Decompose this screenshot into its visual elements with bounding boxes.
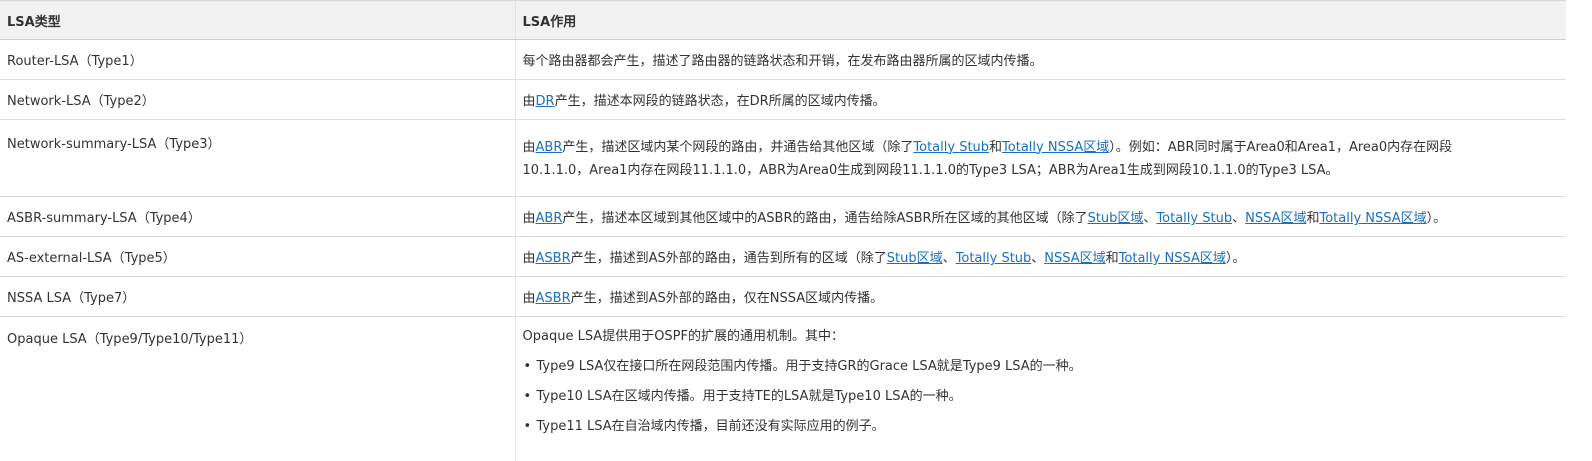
desc-text: 由	[523, 94, 536, 109]
lsa-desc-cell: 由ABR产生，描述本区域到其他区域中的ASBR的路由，通告给除ASBR所在区域的…	[515, 197, 1566, 237]
desc-text: 和	[989, 140, 1002, 155]
table-row: AS-external-LSA（Type5） 由ASBR产生，描述到AS外部的路…	[0, 237, 1566, 277]
desc-text: 和	[1306, 211, 1319, 226]
list-item: • Type9 LSA仅在接口所在网段范围内传播。用于支持GR的Grace LSA…	[523, 357, 1567, 377]
bullet-icon: •	[524, 357, 532, 377]
term-link[interactable]: ABR	[536, 140, 563, 155]
list-item-text: Type10 LSA在区域内传播。用于支持TE的LSA就是Type10 LSA的…	[537, 389, 962, 404]
header-lsa-role: LSA作用	[515, 1, 1566, 40]
desc-text: 、	[1232, 211, 1245, 226]
desc-text: 由	[523, 140, 536, 155]
list-item-text: Type11 LSA在自治域内传播，目前还没有实际应用的例子。	[537, 419, 885, 434]
lsa-type-cell: Network-summary-LSA（Type3）	[0, 120, 515, 197]
header-lsa-type: LSA类型	[0, 1, 515, 40]
desc-text: 10.1.1.0，Area1内存在网段11.1.1.0，ABR为Area0生成到…	[523, 163, 1339, 178]
term-link[interactable]: Totally Stub	[1156, 211, 1232, 226]
term-link[interactable]: DR	[536, 94, 555, 109]
term-link[interactable]: Totally Stub	[913, 140, 989, 155]
bullet-icon: •	[524, 417, 532, 437]
desc-text: 由	[523, 211, 536, 226]
term-link[interactable]: Totally NSSA区域	[1319, 211, 1426, 226]
term-link[interactable]: Totally Stub	[956, 251, 1032, 266]
lsa-type-cell: Opaque LSA（Type9/Type10/Type11）	[0, 317, 515, 461]
desc-line: 由ABR产生，描述本区域到其他区域中的ASBR的路由，通告给除ASBR所在区域的…	[523, 207, 1567, 226]
table-row: Network-LSA（Type2） 由DR产生，描述本网段的链路状态，在DR所…	[0, 80, 1566, 120]
lsa-type-cell: NSSA LSA（Type7）	[0, 277, 515, 317]
desc-text: 、	[1031, 251, 1044, 266]
desc-text: 、	[1143, 211, 1156, 226]
desc-text: 产生，描述本网段的链路状态，在DR所属的区域内传播。	[555, 94, 886, 109]
term-link[interactable]: ASBR	[536, 291, 571, 306]
desc-text: 由	[523, 251, 536, 266]
table-row: Router-LSA（Type1） 每个路由器都会产生，描述了路由器的链路状态和…	[0, 40, 1566, 80]
desc-line: 由ABR产生，描述区域内某个网段的路由，并通告给其他区域（除了Totally S…	[523, 136, 1567, 159]
lsa-desc-cell: 由ASBR产生，描述到AS外部的路由，仅在NSSA区域内传播。	[515, 277, 1566, 317]
desc-line: 由ASBR产生，描述到AS外部的路由，仅在NSSA区域内传播。	[523, 287, 1567, 306]
term-link[interactable]: ASBR	[536, 251, 571, 266]
term-link[interactable]: NSSA区域	[1245, 211, 1306, 226]
desc-text: 产生，描述区域内某个网段的路由，并通告给其他区域（除了	[562, 140, 913, 155]
lsa-desc-cell: Opaque LSA提供用于OSPF的扩展的通用机制。其中： • Type9 LS…	[515, 317, 1566, 461]
table-row: Network-summary-LSA（Type3） 由ABR产生，描述区域内某…	[0, 120, 1566, 197]
term-link[interactable]: Stub区域	[1088, 211, 1144, 226]
desc-line: 10.1.1.0，Area1内存在网段11.1.1.0，ABR为Area0生成到…	[523, 159, 1567, 182]
list-item: • Type11 LSA在自治域内传播，目前还没有实际应用的例子。	[523, 417, 1567, 437]
lsa-desc-cell: 每个路由器都会产生，描述了路由器的链路状态和开销，在发布路由器所属的区域内传播。	[515, 40, 1566, 80]
term-link[interactable]: ABR	[536, 211, 563, 226]
desc-line: 由DR产生，描述本网段的链路状态，在DR所属的区域内传播。	[523, 90, 1567, 109]
desc-text: 和	[1106, 251, 1119, 266]
lsa-table-container: LSA类型 LSA作用 Router-LSA（Type1） 每个路由器都会产生，…	[0, 0, 1566, 444]
list-item-text: Type9 LSA仅在接口所在网段范围内传播。用于支持GR的Grace LSA就…	[537, 359, 1082, 374]
desc-text: 由	[523, 291, 536, 306]
lsa-table: LSA类型 LSA作用 Router-LSA（Type1） 每个路由器都会产生，…	[0, 1, 1566, 461]
list-item: • Type10 LSA在区域内传播。用于支持TE的LSA就是Type10 LSA…	[523, 387, 1567, 407]
lsa-type-cell: AS-external-LSA（Type5）	[0, 237, 515, 277]
desc-text: ）。	[1427, 211, 1447, 226]
opaque-bullet-list: • Type9 LSA仅在接口所在网段范围内传播。用于支持GR的Grace LSA…	[523, 357, 1567, 437]
lsa-desc-cell: 由ASBR产生，描述到AS外部的路由，通告到所有的区域（除了Stub区域、Tot…	[515, 237, 1566, 277]
desc-line: 每个路由器都会产生，描述了路由器的链路状态和开销，在发布路由器所属的区域内传播。	[523, 50, 1567, 69]
desc-text: 产生，描述本区域到其他区域中的ASBR的路由，通告给除ASBR所在区域的其他区域…	[562, 211, 1087, 226]
term-link[interactable]: Stub区域	[887, 251, 943, 266]
table-row: Opaque LSA（Type9/Type10/Type11） Opaque L…	[0, 317, 1566, 461]
desc-line: 由ASBR产生，描述到AS外部的路由，通告到所有的区域（除了Stub区域、Tot…	[523, 247, 1567, 266]
desc-text: 每个路由器都会产生，描述了路由器的链路状态和开销，在发布路由器所属的区域内传播。	[523, 54, 1043, 69]
table-row: ASBR-summary-LSA（Type4） 由ABR产生，描述本区域到其他区…	[0, 197, 1566, 237]
lsa-type-cell: Router-LSA（Type1）	[0, 40, 515, 80]
lsa-desc-cell: 由ABR产生，描述区域内某个网段的路由，并通告给其他区域（除了Totally S…	[515, 120, 1566, 197]
term-link[interactable]: NSSA区域	[1044, 251, 1105, 266]
desc-text: 、	[943, 251, 956, 266]
desc-text: ）。	[1226, 251, 1246, 266]
table-row: NSSA LSA（Type7） 由ASBR产生，描述到AS外部的路由，仅在NSS…	[0, 277, 1566, 317]
desc-text: 产生，描述到AS外部的路由，通告到所有的区域（除了	[571, 251, 887, 266]
desc-text: 产生，描述到AS外部的路由，仅在NSSA区域内传播。	[571, 291, 884, 306]
lsa-type-cell: Network-LSA（Type2）	[0, 80, 515, 120]
term-link[interactable]: Totally NSSA区域	[1119, 251, 1226, 266]
term-link[interactable]: Totally NSSA区域	[1002, 140, 1109, 155]
lsa-desc-cell: 由DR产生，描述本网段的链路状态，在DR所属的区域内传播。	[515, 80, 1566, 120]
opaque-intro-text: Opaque LSA提供用于OSPF的扩展的通用机制。其中：	[523, 327, 1567, 347]
lsa-type-cell: ASBR-summary-LSA（Type4）	[0, 197, 515, 237]
bullet-icon: •	[524, 387, 532, 407]
desc-text: ）。例如：ABR同时属于Area0和Area1，Area0内存在网段	[1109, 140, 1452, 155]
table-header-row: LSA类型 LSA作用	[0, 1, 1566, 40]
